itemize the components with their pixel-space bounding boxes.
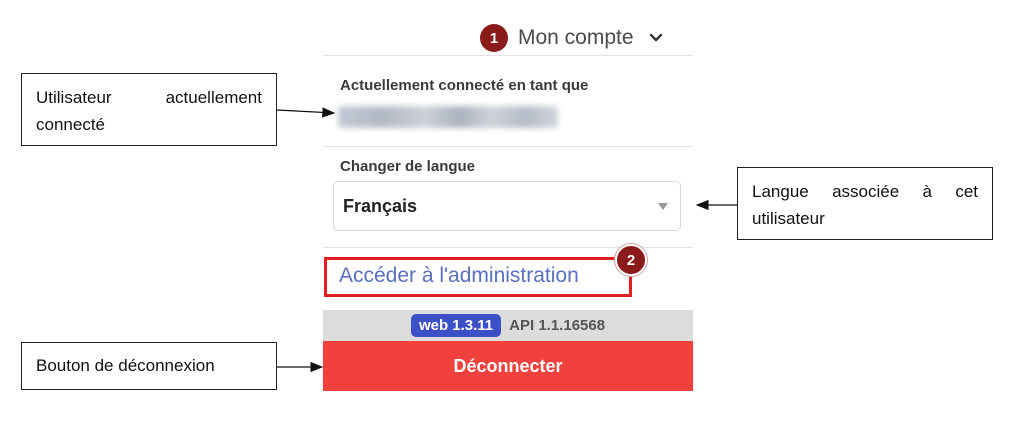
callout-arrows: [276, 107, 737, 373]
arrow-to-current-user: [276, 107, 336, 118]
